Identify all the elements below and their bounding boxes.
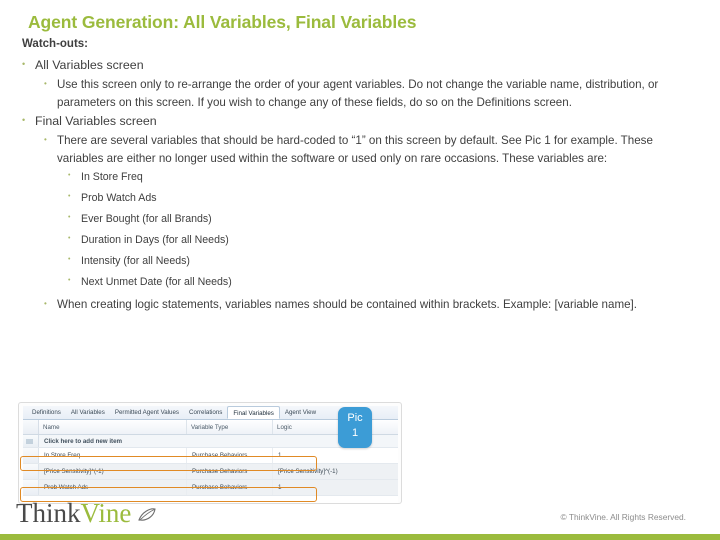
column-header-name[interactable]: Name [39,420,187,434]
pic-badge-line2: 1 [351,426,359,439]
list-item-text: Duration in Days (for all Needs) [81,234,229,247]
bullet-dot-icon: • [44,135,47,145]
bullet-dot-icon: • [44,299,47,309]
list-item-text: Final Variables screen [35,114,157,129]
table-row[interactable]: In Store Freq Purchase Behaviors 1 [23,448,398,464]
list-item-text: When creating logic statements, variable… [57,298,637,312]
cell-name[interactable]: [Price Sensitivity]^(-1) [39,464,187,479]
bullet-dot-icon: • [68,276,71,284]
list-item: • Use this screen only to re-arrange the… [44,76,698,111]
leaf-icon [136,498,158,528]
cell-name[interactable]: In Store Freq [39,448,187,463]
list-item: • Intensity (for all Needs) [68,252,698,271]
tab-all-variables[interactable]: All Variables [66,406,110,419]
pic-badge-line1: Pic [347,412,363,424]
list-item-text: All Variables screen [35,58,144,72]
list-item-text: There are several variables that should … [57,134,653,165]
cell-variable-type[interactable]: Purchase Behaviors [187,480,273,495]
list-item: • When creating logic statements, variab… [44,296,698,314]
watch-outs-heading: Watch-outs: [22,38,89,50]
list-item: • Duration in Days (for all Needs) [68,231,698,250]
tab-definitions[interactable]: Definitions [27,406,66,419]
copyright-text: © ThinkVine. All Rights Reserved. [560,512,687,522]
list-item-text: Prob Watch Ads [81,192,157,205]
bullet-dot-icon: • [22,59,26,69]
list-item-text: Next Unmet Date (for all Needs) [81,275,232,288]
list-item: • There are several variables that shoul… [44,132,698,167]
footer-accent-bar [0,534,720,540]
list-item-text: Intensity (for all Needs) [81,255,190,267]
logo-text-vine: Vine [80,498,132,528]
table-row[interactable]: [Price Sensitivity]^(-1) Purchase Behavi… [23,464,398,480]
column-header-logic[interactable]: Logic [273,420,398,434]
cell-logic[interactable]: 1 [273,448,398,463]
list-item: • All Variables screen [22,56,698,74]
list-item: • Ever Bought (for all Brands) [68,210,698,229]
table-row[interactable]: Prob Watch Ads Purchase Behaviors 1 [23,480,398,496]
bullet-outline: • All Variables screen • Use this screen… [22,56,698,315]
row-selector-gutter[interactable] [23,464,39,479]
column-header-variable-type[interactable]: Variable Type [187,420,273,434]
list-item-text: Use this screen only to re-arrange the o… [57,78,659,109]
new-row-indicator-icon [23,435,39,447]
cell-variable-type[interactable]: Purchase Behaviors [187,464,273,479]
row-selector-gutter[interactable] [23,480,39,495]
add-new-item-label[interactable]: Click here to add new item [39,438,122,445]
list-item: • Prob Watch Ads [68,189,698,208]
list-item: • Next Unmet Date (for all Needs) [68,273,698,292]
cell-variable-type[interactable]: Purchase Behaviors [187,448,273,463]
bullet-dot-icon: • [68,193,71,201]
cell-logic[interactable]: 1 [273,480,398,495]
pic-1-badge: Pic 1 [338,407,372,448]
cell-logic[interactable]: [Price Sensitivity]^(-1) [273,464,398,479]
tab-correlations[interactable]: Correlations [184,406,227,419]
row-selector-gutter[interactable] [23,448,39,463]
bullet-dot-icon: • [68,172,71,180]
logo-text-think: Think [16,498,81,528]
list-item-text: In Store Freq [81,171,143,184]
tab-permitted-agent-values[interactable]: Permitted Agent Values [110,406,184,419]
list-item: • Final Variables screen [22,112,698,130]
bullet-dot-icon: • [68,256,71,263]
page-title: Agent Generation: All Variables, Final V… [28,12,417,32]
list-item: • In Store Freq [68,168,698,187]
bullet-dot-icon: • [68,235,71,243]
cell-name[interactable]: Prob Watch Ads [39,480,187,495]
bullet-dot-icon: • [22,115,26,126]
bullet-dot-icon: • [68,214,71,222]
row-selector-gutter [23,420,39,434]
tab-agent-view[interactable]: Agent View [280,406,321,419]
tab-final-variables[interactable]: Final Variables [227,406,280,419]
thinkvine-logo: ThinkVine [16,500,158,527]
bullet-dot-icon: • [44,79,47,88]
list-item-text: Ever Bought (for all Brands) [81,213,212,226]
